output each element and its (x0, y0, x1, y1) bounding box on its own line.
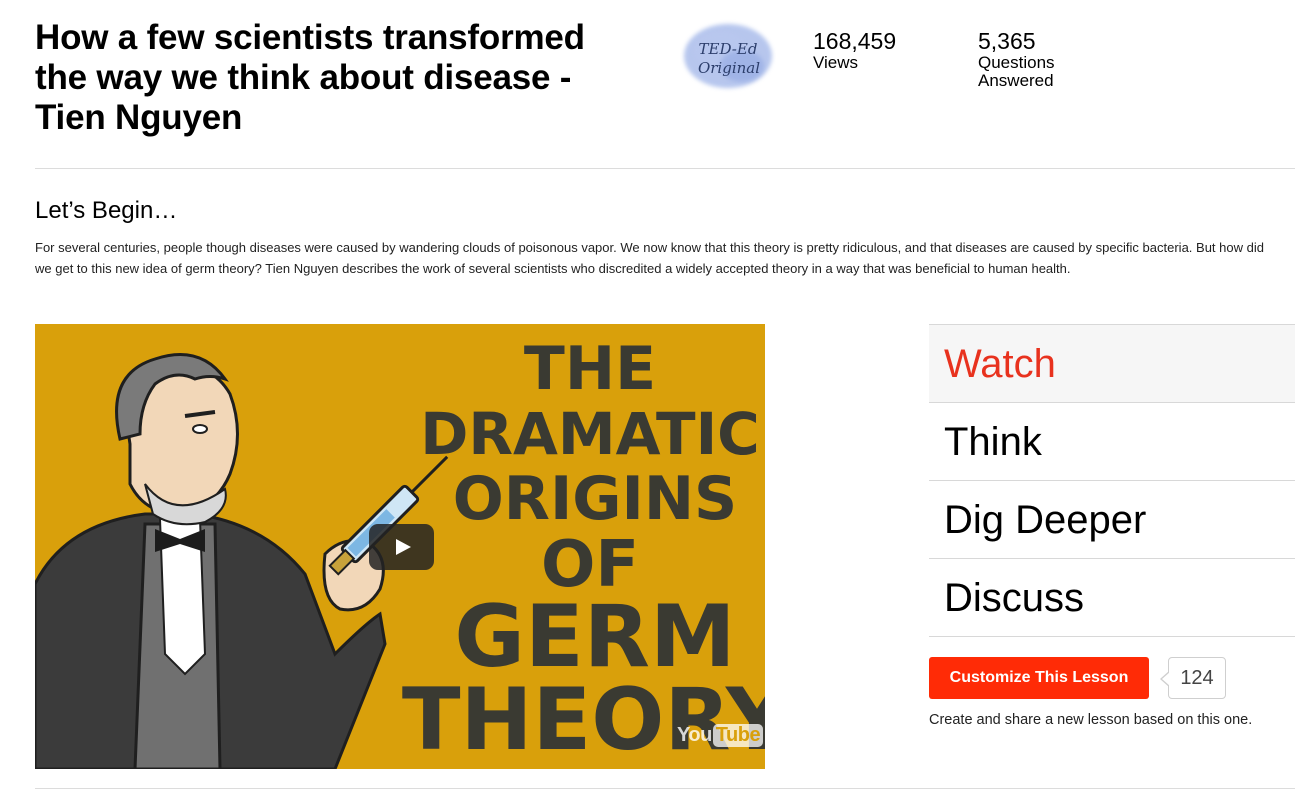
thumb-line-6: THEORY (402, 670, 765, 769)
questions-stat: 5,365 Questions Answered (978, 28, 1055, 90)
lesson-description: For several centuries, people though dis… (35, 240, 1264, 276)
play-button[interactable] (369, 524, 434, 570)
questions-count: 5,365 (978, 28, 1036, 54)
youtube-logo-you: You (677, 724, 712, 746)
tab-dig-deeper[interactable]: Dig Deeper (929, 481, 1295, 559)
views-stat: 168,459 Views (813, 28, 896, 72)
tab-think[interactable]: Think (929, 403, 1295, 481)
thumb-line-2: DRAMATIC (420, 400, 760, 468)
tab-watch[interactable]: Watch (929, 325, 1295, 403)
thumb-line-3: ORIGINS (453, 464, 738, 534)
ted-ed-original-badge: TED-Ed Original (680, 16, 776, 94)
youtube-logo[interactable]: You Tube (677, 724, 764, 747)
lesson-page: How a few scientists transformed the way… (0, 0, 1311, 794)
lesson-title: How a few scientists transformed the way… (35, 18, 585, 137)
customize-count-badge: 124 (1160, 657, 1226, 699)
intro-heading: Let’s Begin… (35, 197, 178, 224)
badge-line-2: Original (698, 59, 760, 77)
video-player[interactable]: THE DRAMATIC ORIGINS OF GERM THEORY You … (35, 324, 765, 769)
thumb-line-1: THE (524, 334, 656, 404)
views-label: Views (813, 53, 859, 72)
tab-discuss[interactable]: Discuss (929, 559, 1295, 637)
lesson-section-tabs: Watch Think Dig Deeper Discuss (929, 324, 1295, 637)
questions-label-line-2: Answered (978, 71, 1054, 90)
customize-note: Create and share a new lesson based on t… (929, 712, 1253, 728)
divider-top (35, 168, 1295, 169)
divider-bottom (35, 788, 1295, 789)
customize-lesson-button[interactable]: Customize This Lesson (929, 657, 1149, 699)
questions-label-line-1: Questions (978, 53, 1055, 72)
badge-line-1: TED-Ed (699, 40, 758, 58)
views-count: 168,459 (813, 28, 897, 54)
youtube-logo-tube: Tube (712, 724, 764, 747)
